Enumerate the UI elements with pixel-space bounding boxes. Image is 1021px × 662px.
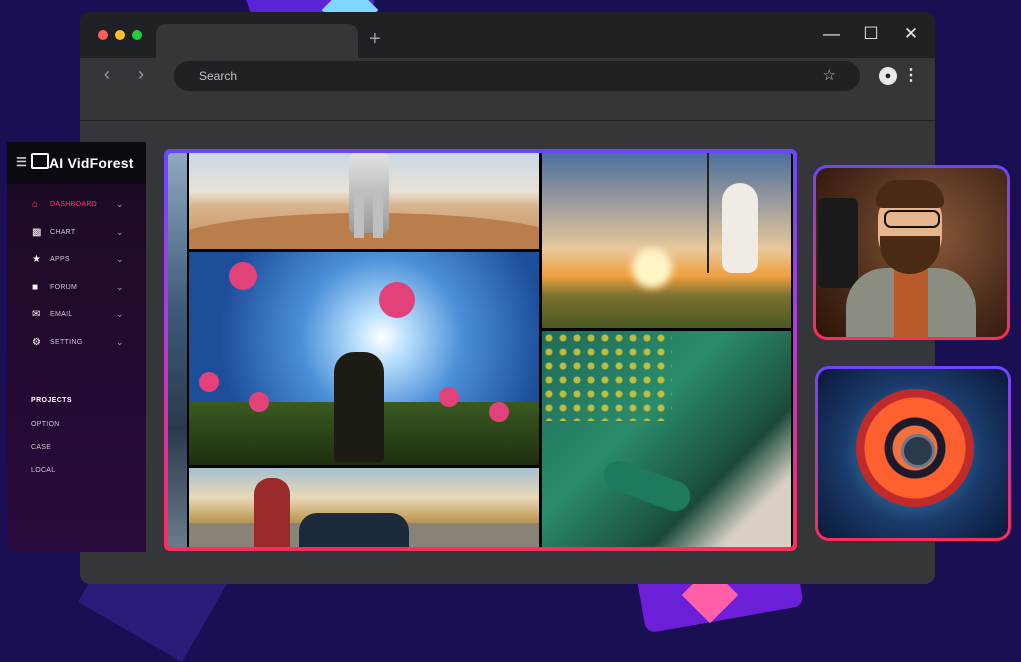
bookmark-star-icon[interactable]: ☆	[823, 66, 836, 84]
kebab-menu-icon[interactable]: ⋮	[903, 65, 919, 85]
hamburger-icon[interactable]: ☰	[16, 155, 27, 169]
film-reel-hub	[901, 434, 935, 468]
chevron-down-icon: ⌄	[116, 226, 124, 237]
gallery-thumbnail[interactable]	[189, 153, 539, 249]
creator-avatar-image	[816, 168, 1007, 337]
creator-avatar-card[interactable]	[813, 165, 1010, 340]
scene-chameleon-spots	[542, 331, 672, 421]
scene-shirt	[894, 268, 928, 337]
address-bar[interactable]: Search ☆	[174, 61, 860, 91]
scene-swing-rope	[707, 153, 709, 273]
scene-flower	[439, 387, 459, 407]
sidebar-menu: ⌂ DASHBOARD ⌄ ▩ CHART ⌄ ★ APPS ⌄ ■ FORUM…	[30, 199, 140, 364]
scene-sun	[632, 248, 672, 288]
chevron-down-icon: ⌄	[116, 281, 124, 292]
sidebar-item-label: SETTING	[50, 338, 83, 346]
chevron-down-icon: ⌄	[116, 199, 124, 209]
sidebar-item-label: DASHBOARD	[50, 201, 98, 208]
scene-car	[299, 513, 409, 547]
sidebar-item-email[interactable]: ✉ EMAIL ⌄	[30, 309, 140, 337]
video-gallery	[164, 149, 797, 551]
film-reel-card[interactable]	[815, 366, 1011, 541]
sidebar: ☰ AI VidForest ⌂ DASHBOARD ⌄ ▩ CHART ⌄ ★…	[7, 142, 146, 552]
scene-flower	[229, 262, 257, 290]
chat-icon: ■	[32, 281, 39, 293]
scene-couple	[334, 352, 384, 462]
scene-glasses	[884, 210, 940, 228]
sidebar-item-forum[interactable]: ■ FORUM ⌄	[30, 282, 140, 310]
project-link-option[interactable]: OPTION	[31, 421, 60, 428]
scene-robot-leg	[354, 193, 364, 238]
star-icon: ★	[32, 254, 41, 265]
scene-flower	[489, 402, 509, 422]
divider	[80, 120, 935, 121]
chart-icon: ▩	[32, 226, 42, 238]
gallery-grid	[168, 153, 793, 547]
back-icon[interactable]: ‹	[104, 64, 110, 85]
chevron-down-icon: ⌄	[116, 336, 124, 347]
close-icon[interactable]: ✕	[903, 24, 919, 44]
project-link-case[interactable]: CASE	[31, 444, 51, 451]
projects-heading: PROJECTS	[31, 397, 72, 404]
browser-toolbar: ‹ › Search ☆ ● ⋮	[80, 58, 935, 94]
gallery-thumbnail[interactable]	[189, 252, 539, 465]
gallery-thumbnail[interactable]	[542, 153, 791, 328]
window-controls: — ☐ ✕	[823, 24, 919, 44]
scene-girl	[722, 183, 758, 273]
search-input[interactable]: Search	[199, 69, 237, 83]
sidebar-item-apps[interactable]: ★ APPS ⌄	[30, 254, 140, 282]
sidebar-item-chart[interactable]: ▩ CHART ⌄	[30, 227, 140, 255]
window-controls-traffic	[98, 30, 142, 40]
maximize-icon[interactable]: ☐	[863, 24, 879, 44]
scene-chameleon-leg	[599, 456, 695, 516]
sidebar-item-label: FORUM	[50, 283, 78, 291]
gallery-thumbnail[interactable]	[168, 153, 187, 547]
profile-icon[interactable]: ●	[879, 67, 897, 85]
close-window-dot[interactable]	[98, 30, 108, 40]
scene-flower	[249, 392, 269, 412]
scene-robot-leg	[373, 193, 383, 238]
forward-icon[interactable]: ›	[138, 64, 144, 85]
scene-camera	[818, 198, 858, 288]
film-reel-image	[818, 369, 1008, 538]
new-tab-button[interactable]: +	[369, 28, 381, 51]
browser-tab[interactable]	[156, 24, 358, 58]
brand-bar: ☰ AI VidForest	[7, 142, 146, 184]
tab-bar: + — ☐ ✕	[80, 12, 935, 58]
brand-name: AI VidForest	[49, 155, 134, 171]
scene-woman	[254, 478, 290, 547]
project-link-local[interactable]: LOCAL	[31, 467, 55, 474]
minimize-window-dot[interactable]	[115, 30, 125, 40]
email-icon: ✉	[32, 309, 41, 320]
gallery-thumbnail[interactable]	[189, 468, 539, 547]
sidebar-item-dashboard[interactable]: ⌂ DASHBOARD ⌄	[30, 199, 140, 227]
sidebar-item-label: APPS	[50, 256, 70, 263]
scene-flower	[199, 372, 219, 392]
gear-icon: ⚙	[32, 336, 41, 348]
zoom-window-dot[interactable]	[132, 30, 142, 40]
gallery-thumbnail[interactable]	[542, 331, 791, 547]
scene-hair	[876, 180, 944, 208]
sidebar-item-label: CHART	[50, 228, 76, 236]
scene-flower	[379, 282, 415, 318]
chevron-down-icon: ⌄	[116, 254, 124, 264]
logo-icon	[31, 153, 49, 169]
chevron-down-icon: ⌄	[116, 309, 124, 319]
sidebar-item-label: EMAIL	[50, 311, 73, 318]
home-icon: ⌂	[32, 199, 39, 210]
sidebar-item-setting[interactable]: ⚙ SETTING ⌄	[30, 337, 140, 365]
minimize-icon[interactable]: —	[823, 24, 840, 44]
